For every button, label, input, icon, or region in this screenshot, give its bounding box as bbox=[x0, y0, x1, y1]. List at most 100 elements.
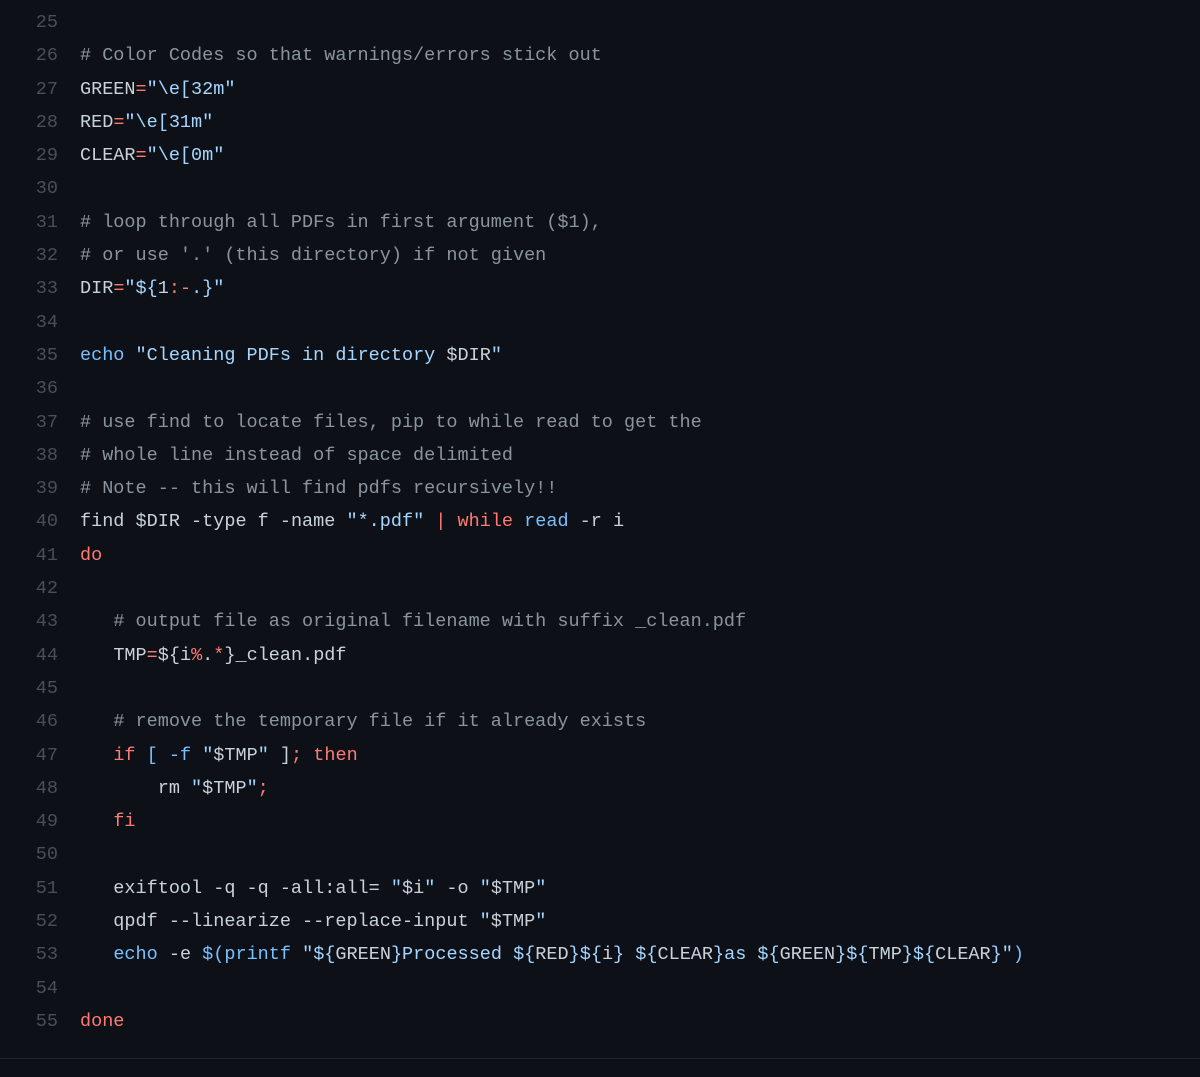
code-content: echo "Cleaning PDFs in directory $DIR" bbox=[80, 339, 1200, 372]
code-token: . bbox=[202, 645, 213, 666]
code-token: $DIR bbox=[136, 511, 180, 532]
code-token bbox=[136, 745, 147, 766]
code-token: " bbox=[535, 911, 546, 932]
code-token: | bbox=[435, 511, 446, 532]
code-content: # loop through all PDFs in first argumen… bbox=[80, 206, 1200, 239]
code-content: # Color Codes so that warnings/errors st… bbox=[80, 39, 1200, 72]
code-content: # use find to locate files, pip to while… bbox=[80, 406, 1200, 439]
code-content bbox=[80, 6, 1200, 39]
code-content: DIR="${1:-.}" bbox=[80, 272, 1200, 305]
code-token: find bbox=[80, 511, 136, 532]
code-content: do bbox=[80, 539, 1200, 572]
code-token bbox=[191, 745, 202, 766]
code-token: read bbox=[524, 511, 568, 532]
code-token: # loop through all PDFs in first argumen… bbox=[80, 212, 602, 233]
code-token: -e bbox=[158, 944, 202, 965]
line-number: 47 bbox=[0, 739, 80, 772]
code-line: 25 bbox=[0, 6, 1200, 39]
line-number: 51 bbox=[0, 872, 80, 905]
code-token: ${ bbox=[313, 944, 335, 965]
code-content bbox=[80, 372, 1200, 405]
code-token: = bbox=[147, 645, 158, 666]
code-token: " bbox=[302, 944, 313, 965]
line-number: 36 bbox=[0, 372, 80, 405]
code-token: ; bbox=[291, 745, 302, 766]
code-token: Processed bbox=[402, 944, 513, 965]
code-token: }_clean.pdf bbox=[224, 645, 346, 666]
code-content: exiftool -q -q -all:all= "$i" -o "$TMP" bbox=[80, 872, 1200, 905]
code-token bbox=[302, 745, 313, 766]
code-content: # Note -- this will find pdfs recursivel… bbox=[80, 472, 1200, 505]
code-token bbox=[513, 511, 524, 532]
line-number: 28 bbox=[0, 106, 80, 139]
code-line: 48 rm "$TMP"; bbox=[0, 772, 1200, 805]
code-token: " bbox=[247, 778, 258, 799]
line-number: 54 bbox=[0, 972, 80, 1005]
code-content bbox=[80, 172, 1200, 205]
code-token: = bbox=[136, 145, 147, 166]
line-number: 38 bbox=[0, 439, 80, 472]
code-line: 45 bbox=[0, 672, 1200, 705]
code-content: fi bbox=[80, 805, 1200, 838]
code-token bbox=[124, 345, 135, 366]
code-content: RED="\e[31m" bbox=[80, 106, 1200, 139]
code-token: " bbox=[424, 878, 435, 899]
line-number: 55 bbox=[0, 1005, 80, 1038]
line-number: 48 bbox=[0, 772, 80, 805]
code-token: [ bbox=[147, 745, 158, 766]
code-token: ; bbox=[258, 778, 269, 799]
code-token: :- bbox=[169, 278, 191, 299]
code-token: $TMP bbox=[491, 911, 535, 932]
code-content bbox=[80, 672, 1200, 705]
code-token: $i bbox=[402, 878, 424, 899]
code-line: 29CLEAR="\e[0m" bbox=[0, 139, 1200, 172]
code-token: GREEN bbox=[80, 79, 136, 100]
code-line: 54 bbox=[0, 972, 1200, 1005]
code-line: 36 bbox=[0, 372, 1200, 405]
code-token: " bbox=[258, 745, 269, 766]
code-token: = bbox=[113, 112, 124, 133]
code-token: # or use '.' (this directory) if not giv… bbox=[80, 245, 546, 266]
code-token bbox=[158, 745, 169, 766]
code-content: # whole line instead of space delimited bbox=[80, 439, 1200, 472]
code-token: RED bbox=[535, 944, 568, 965]
line-number: 45 bbox=[0, 672, 80, 705]
code-token: } bbox=[391, 944, 402, 965]
code-token: echo bbox=[113, 944, 157, 965]
code-token: } bbox=[613, 944, 624, 965]
code-token: } bbox=[569, 944, 580, 965]
code-content: echo -e $(printf "${GREEN}Processed ${RE… bbox=[80, 938, 1200, 971]
code-token: % bbox=[191, 645, 202, 666]
code-line: 55done bbox=[0, 1005, 1200, 1038]
code-line: 49 fi bbox=[0, 805, 1200, 838]
line-number: 52 bbox=[0, 905, 80, 938]
code-token: } bbox=[713, 944, 724, 965]
line-number: 31 bbox=[0, 206, 80, 239]
code-token: ) bbox=[1013, 944, 1024, 965]
code-token: ] bbox=[269, 745, 291, 766]
code-token: -o bbox=[435, 878, 479, 899]
code-token: done bbox=[80, 1011, 124, 1032]
code-token bbox=[80, 944, 113, 965]
code-token: # remove the temporary file if it alread… bbox=[113, 711, 646, 732]
code-token: $TMP bbox=[491, 878, 535, 899]
code-token: " bbox=[480, 878, 491, 899]
code-line: 51 exiftool -q -q -all:all= "$i" -o "$TM… bbox=[0, 872, 1200, 905]
code-content: TMP=${i%.*}_clean.pdf bbox=[80, 639, 1200, 672]
bottom-divider bbox=[0, 1058, 1200, 1059]
code-token: = bbox=[113, 278, 124, 299]
code-content bbox=[80, 838, 1200, 871]
code-content bbox=[80, 306, 1200, 339]
line-number: 43 bbox=[0, 605, 80, 638]
code-token: echo bbox=[80, 345, 124, 366]
code-token: CLEAR bbox=[935, 944, 991, 965]
code-token bbox=[80, 711, 113, 732]
code-line: 32# or use '.' (this directory) if not g… bbox=[0, 239, 1200, 272]
line-number: 37 bbox=[0, 406, 80, 439]
code-token bbox=[424, 511, 435, 532]
code-token: rm bbox=[80, 778, 191, 799]
code-token: $TMP bbox=[213, 745, 257, 766]
code-token: DIR bbox=[80, 278, 113, 299]
code-token: i bbox=[602, 944, 613, 965]
code-token: $( bbox=[202, 944, 224, 965]
